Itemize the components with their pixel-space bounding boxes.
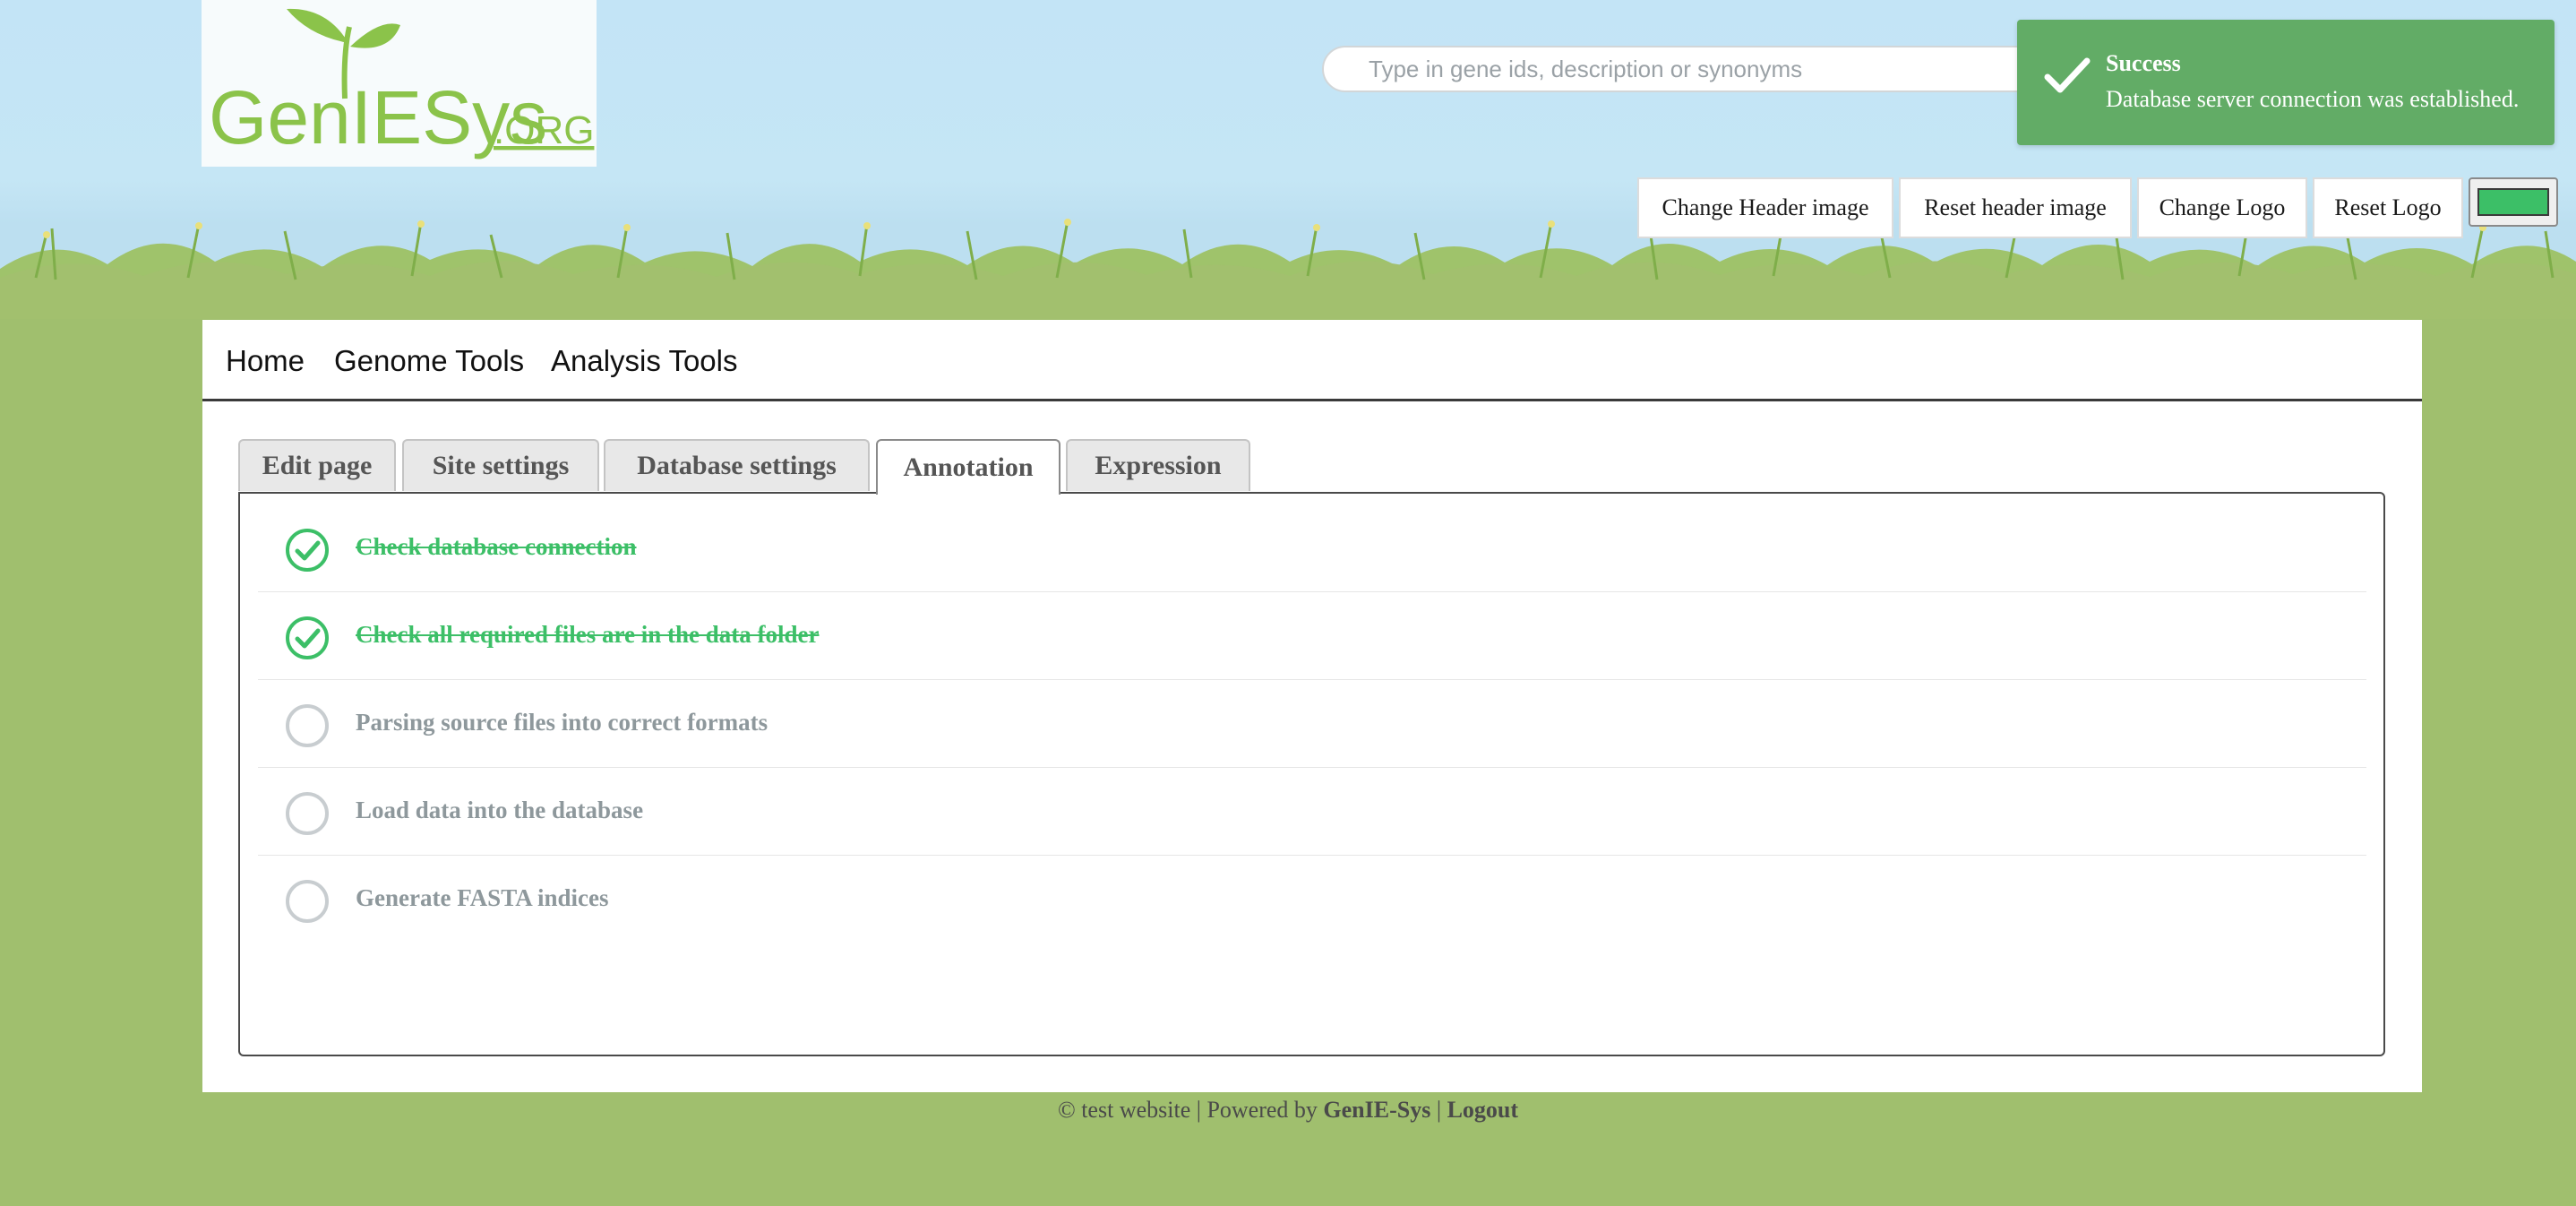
change-header-image-button[interactable]: Change Header image (1637, 177, 1893, 238)
color-swatch (2477, 188, 2549, 216)
gene-search-input[interactable] (1322, 46, 2040, 92)
pending-circle-icon (286, 704, 329, 747)
reset-logo-button[interactable]: Reset Logo (2313, 177, 2463, 238)
change-logo-button[interactable]: Change Logo (2137, 177, 2307, 238)
tab-edit-page[interactable]: Edit page (238, 439, 396, 491)
tab-annotation[interactable]: Annotation (876, 439, 1060, 495)
success-toast[interactable]: Success Database server connection was e… (2017, 20, 2555, 145)
step-label: Check all required files are in the data… (356, 621, 820, 648)
site-footer: © test website | Powered by GenIE-Sys | … (0, 1097, 2576, 1124)
toast-title: Success (2106, 50, 2181, 76)
checkmark-icon (2044, 57, 2091, 93)
logout-link[interactable]: Logout (1447, 1097, 1518, 1123)
main-nav: Home Genome Tools Analysis Tools (202, 320, 2422, 401)
step-label: Parsing source files into correct format… (356, 709, 769, 736)
tab-site-settings[interactable]: Site settings (402, 439, 599, 491)
reset-header-image-button[interactable]: Reset header image (1899, 177, 2132, 238)
tab-expression[interactable]: Expression (1066, 439, 1250, 491)
step-generate-fasta-indices: Generate FASTA indices (258, 856, 2366, 943)
step-label: Generate FASTA indices (356, 884, 609, 911)
toast-message: Database server connection was establish… (2106, 86, 2520, 112)
color-picker-button[interactable] (2469, 177, 2558, 227)
site-logo[interactable]: GenIESys .ORG (202, 0, 597, 167)
nav-item-home[interactable]: Home (226, 344, 305, 378)
tab-database-settings[interactable]: Database settings (604, 439, 870, 491)
completed-check-icon (286, 616, 329, 659)
footer-brand-link[interactable]: GenIE-Sys (1323, 1097, 1430, 1123)
main-panel: Home Genome Tools Analysis Tools Edit pa… (202, 320, 2422, 1092)
step-parsing-source-files: Parsing source files into correct format… (258, 680, 2366, 768)
logo-suffix: .ORG (494, 108, 594, 152)
nav-item-genome-tools[interactable]: Genome Tools (334, 344, 524, 378)
step-check-database-connection: Check database connection (258, 504, 2366, 592)
step-label: Check database connection (356, 533, 637, 560)
annotation-panel: Check database connection Check all requ… (238, 492, 2385, 1056)
step-check-required-files: Check all required files are in the data… (258, 592, 2366, 680)
footer-prefix: © test website | Powered by (1057, 1097, 1324, 1123)
footer-separator: | (1430, 1097, 1447, 1123)
completed-check-icon (286, 529, 329, 572)
step-load-data: Load data into the database (258, 768, 2366, 856)
sprout-logo-icon: GenIESys .ORG (209, 8, 594, 159)
step-label: Load data into the database (356, 797, 644, 823)
pending-circle-icon (286, 792, 329, 835)
pending-circle-icon (286, 880, 329, 923)
nav-item-analysis-tools[interactable]: Analysis Tools (551, 344, 738, 378)
